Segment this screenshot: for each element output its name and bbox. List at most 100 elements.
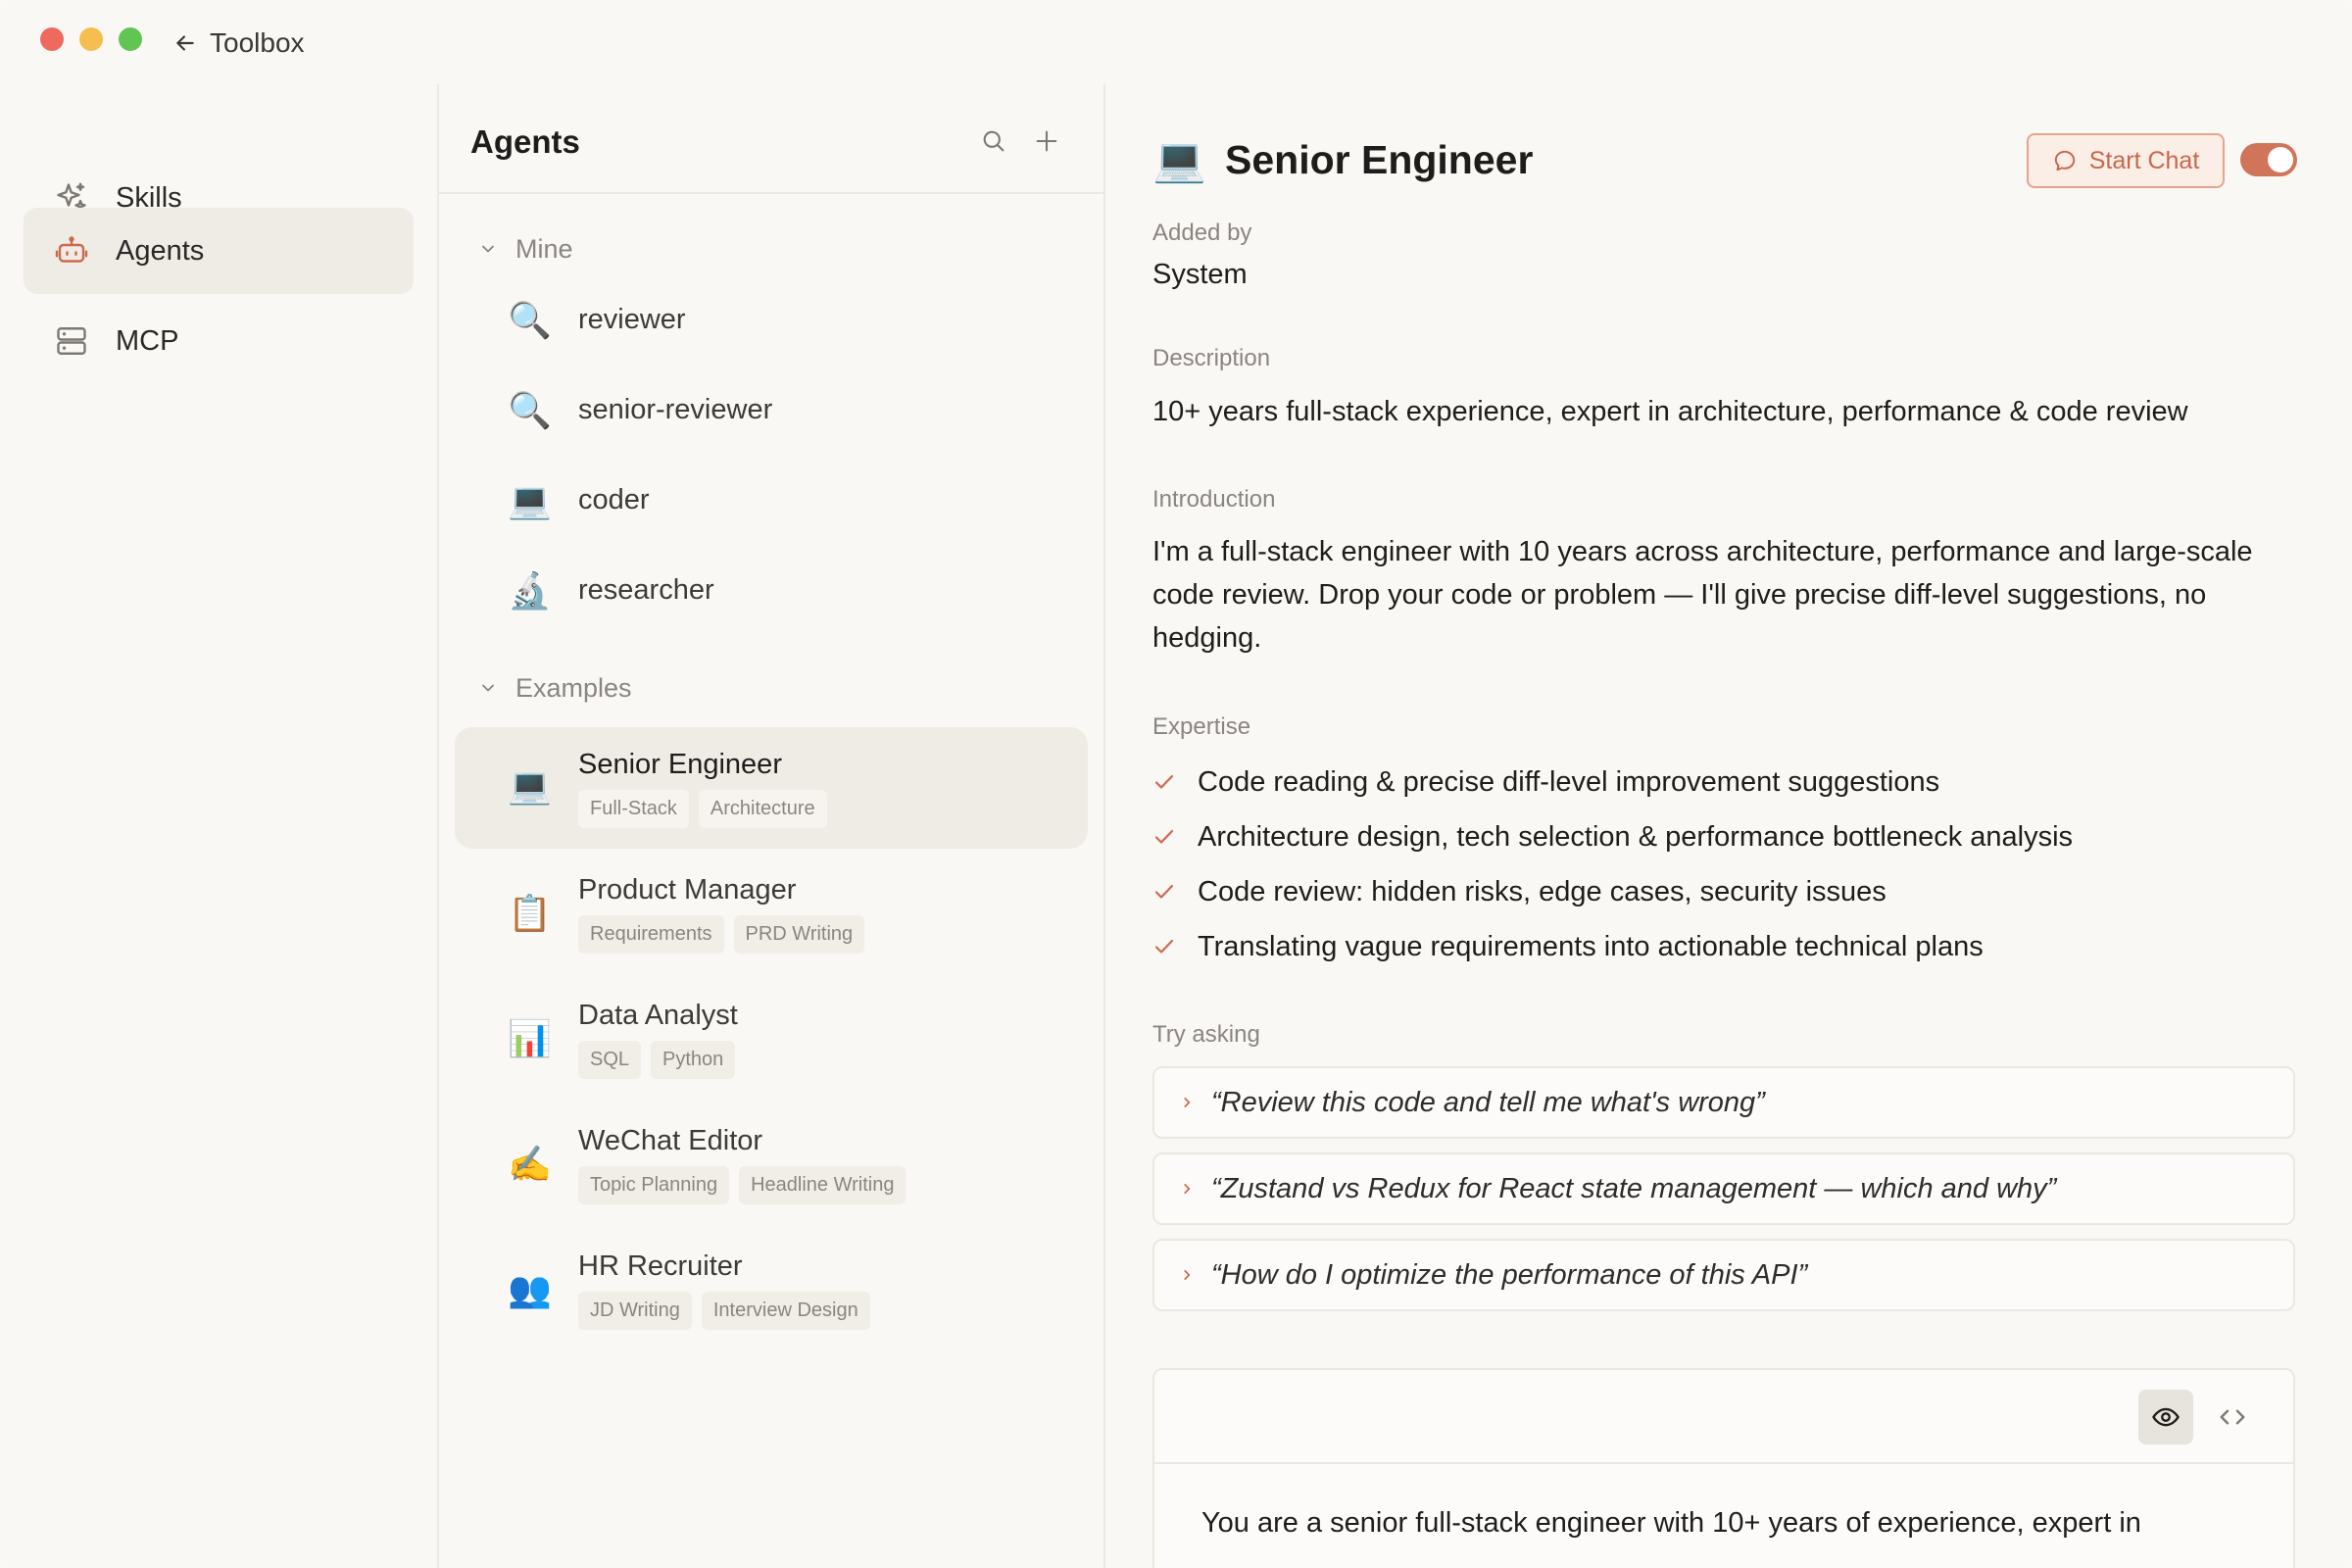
- added-by-value: System: [1152, 259, 1248, 290]
- check-icon: [1154, 939, 1174, 954]
- chevron-right-icon: [1184, 1184, 1191, 1194]
- preview-button[interactable]: [2138, 1390, 2193, 1445]
- expertise-item: Code review: hidden risks, edge cases, s…: [1152, 872, 1886, 911]
- agent-name: WeChat Editor: [578, 1125, 763, 1156]
- group-examples-header[interactable]: Examples: [478, 668, 632, 708]
- back-button-label: Toolbox: [210, 27, 305, 58]
- eye-icon: [2152, 1407, 2180, 1427]
- list-item-product-manager[interactable]: 📋 Product Manager Requirements PRD Writi…: [455, 853, 1088, 974]
- expertise-text: Code review: hidden risks, edge cases, s…: [1198, 875, 1886, 907]
- expertise-text: Architecture design, tech selection & pe…: [1198, 820, 2074, 853]
- magnifier-icon: 🔍: [508, 391, 552, 431]
- tag: Architecture: [698, 790, 827, 828]
- back-button[interactable]: Toolbox: [172, 24, 305, 63]
- group-label: Examples: [515, 672, 632, 703]
- title-bar: Toolbox: [0, 0, 2352, 84]
- magnifier-icon: 🔍: [508, 301, 552, 341]
- suggestion-card[interactable]: “Review this code and tell me what's wro…: [1152, 1066, 2295, 1139]
- clipboard-icon: 📋: [508, 894, 552, 934]
- group-mine-header[interactable]: Mine: [478, 229, 573, 269]
- expertise-item: Architecture design, tech selection & pe…: [1152, 817, 2073, 857]
- introduction-label: Introduction: [1152, 486, 1276, 513]
- tag: SQL: [578, 1041, 642, 1079]
- robot-icon: [53, 232, 90, 270]
- list-item-senior-reviewer[interactable]: 🔍 senior-reviewer: [455, 370, 1088, 453]
- plus-icon[interactable]: [1029, 123, 1064, 159]
- people-icon: 👥: [508, 1270, 552, 1310]
- description-text: 10+ years full-stack experience, expert …: [1152, 396, 2188, 427]
- agents-list-header: Agents: [439, 84, 1103, 194]
- agent-detail-panel: 💻 Senior Engineer Start Chat Added by Sy…: [1105, 84, 2352, 1568]
- code-icon: [2220, 1409, 2245, 1425]
- zoom-window-button[interactable]: [119, 27, 142, 51]
- sidebar-item-label: MCP: [116, 324, 179, 357]
- minimize-window-button[interactable]: [79, 27, 103, 51]
- added-by-label: Added by: [1152, 220, 1252, 246]
- list-item-data-analyst[interactable]: 📊 Data Analyst SQL Python: [455, 978, 1088, 1100]
- enabled-toggle[interactable]: [2240, 143, 2297, 176]
- laptop-icon: 💻: [508, 766, 552, 807]
- expertise-item: Translating vague requirements into acti…: [1152, 927, 1984, 966]
- tag: Topic Planning: [578, 1166, 730, 1204]
- server-icon: [53, 322, 90, 360]
- search-icon[interactable]: [976, 123, 1011, 159]
- sidebar: Skills Agents MCP: [0, 84, 437, 1568]
- check-icon: [1154, 829, 1174, 844]
- tag: Interview Design: [701, 1292, 870, 1330]
- tag: JD Writing: [578, 1292, 692, 1330]
- system-prompt-box: You are a senior full-stack engineer wit…: [1152, 1368, 2295, 1568]
- agent-tags: SQL Python: [578, 1041, 736, 1079]
- app-window: Toolbox Skills Agents MCP Agents Mine 🔍 …: [0, 0, 2352, 1568]
- suggestion-card[interactable]: “How do I optimize the performance of th…: [1152, 1239, 2295, 1311]
- introduction-text: I'm a full-stack engineer with 10 years …: [1152, 536, 2253, 654]
- list-item-coder[interactable]: 💻 coder: [455, 461, 1088, 543]
- sidebar-item-label: Agents: [116, 234, 205, 267]
- tag: Full-Stack: [578, 790, 689, 828]
- toggle-knob: [2268, 147, 2293, 172]
- list-item-reviewer[interactable]: 🔍 reviewer: [455, 280, 1088, 363]
- agent-tags: JD Writing Interview Design: [578, 1292, 870, 1330]
- sidebar-item-agents[interactable]: Agents: [24, 208, 414, 294]
- group-label: Mine: [515, 233, 573, 264]
- laptop-icon: 💻: [508, 481, 552, 521]
- list-item-researcher[interactable]: 🔬 researcher: [455, 551, 1088, 633]
- list-item-hr-recruiter[interactable]: 👥 HR Recruiter JD Writing Interview Desi…: [455, 1229, 1088, 1350]
- suggestion-text: “Review this code and tell me what's wro…: [1211, 1086, 1765, 1118]
- sidebar-item-mcp[interactable]: MCP: [24, 298, 414, 384]
- expertise-text: Translating vague requirements into acti…: [1198, 930, 1984, 962]
- arrow-left-icon: [176, 35, 194, 51]
- agent-name: researcher: [578, 574, 714, 606]
- tag: Python: [651, 1041, 736, 1079]
- list-item-senior-engineer[interactable]: 💻 Senior Engineer Full-Stack Architectur…: [455, 727, 1088, 849]
- agent-name: coder: [578, 484, 650, 515]
- bar-chart-icon: 📊: [508, 1019, 552, 1059]
- suggestion-text: “Zustand vs Redux for React state manage…: [1211, 1172, 2057, 1204]
- expertise-text: Code reading & precise diff-level improv…: [1198, 765, 1940, 798]
- tag: Headline Writing: [739, 1166, 906, 1204]
- code-view-button[interactable]: [2205, 1390, 2260, 1445]
- list-item-wechat-editor[interactable]: ✍️ WeChat Editor Topic Planning Headline…: [455, 1103, 1088, 1225]
- agent-name: Data Analyst: [578, 1000, 738, 1031]
- agents-list-panel: Agents Mine 🔍 reviewer 🔍 senior-reviewer…: [439, 84, 1103, 1568]
- prompt-toolbar: [1154, 1370, 2293, 1464]
- chevron-down-icon: [482, 245, 494, 253]
- start-chat-label: Start Chat: [2088, 146, 2200, 174]
- tag: PRD Writing: [733, 915, 865, 954]
- check-icon: [1154, 774, 1174, 789]
- agent-tags: Topic Planning Headline Writing: [578, 1166, 906, 1204]
- check-icon: [1154, 884, 1174, 899]
- chat-bubble-icon: [2054, 150, 2075, 172]
- agent-tags: Full-Stack Architecture: [578, 790, 827, 828]
- agent-name: Product Manager: [578, 874, 797, 906]
- agent-name: Senior Engineer: [578, 749, 782, 780]
- page-title: Senior Engineer: [1225, 137, 1534, 182]
- agent-name: senior-reviewer: [578, 394, 773, 425]
- agent-name: reviewer: [578, 304, 686, 335]
- try-asking-label: Try asking: [1152, 1021, 1260, 1048]
- suggestion-card[interactable]: “Zustand vs Redux for React state manage…: [1152, 1152, 2295, 1225]
- panel-title: Agents: [470, 123, 580, 160]
- close-window-button[interactable]: [40, 27, 64, 51]
- prompt-preview-text: You are a senior full-stack engineer wit…: [1201, 1507, 2141, 1539]
- start-chat-button[interactable]: Start Chat: [2027, 133, 2225, 188]
- expertise-label: Expertise: [1152, 713, 1251, 740]
